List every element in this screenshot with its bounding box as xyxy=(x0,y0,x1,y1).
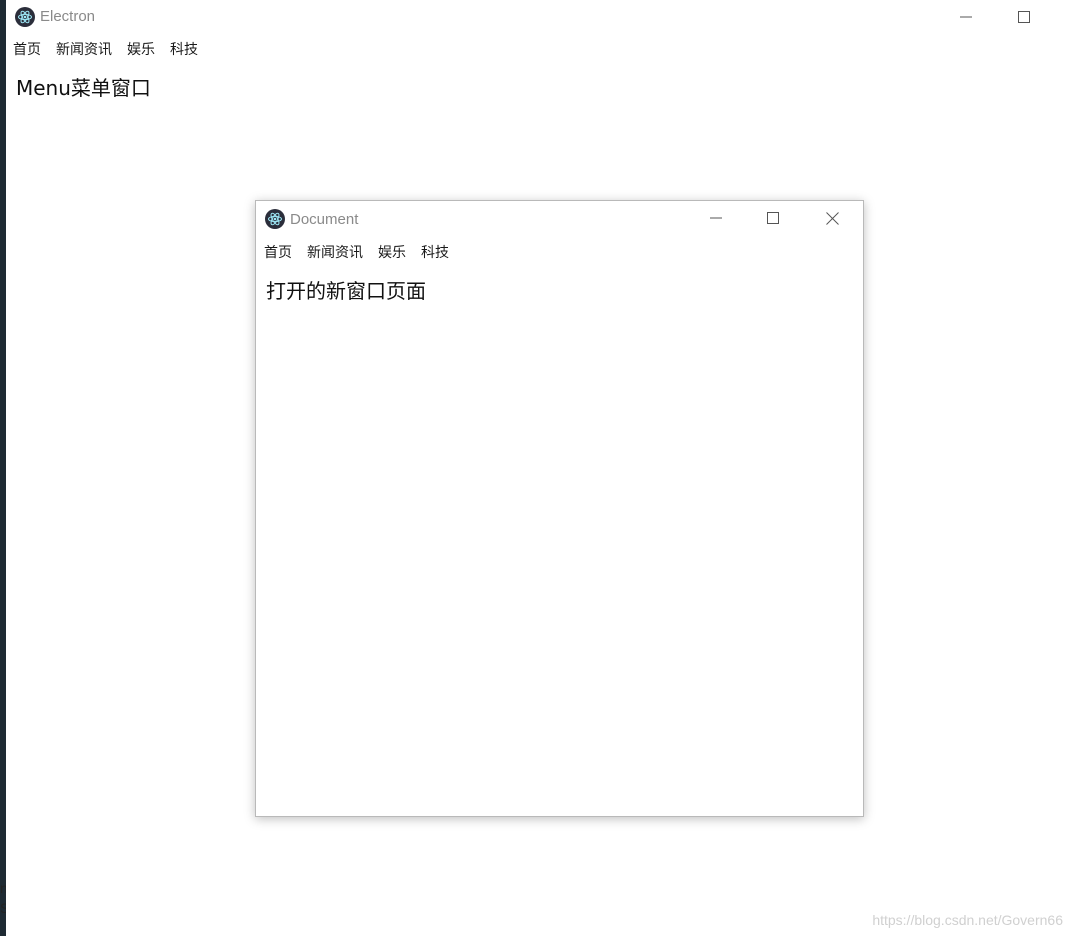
menu-item-entertainment[interactable]: 娱乐 xyxy=(127,37,155,61)
document-window: Document 首页 新闻资讯 娱乐 科技 打开的新窗口页面 xyxy=(255,200,864,817)
screen: n S Electron 首页 新闻资讯 娱乐 科技 Menu菜单窗口 Docu… xyxy=(0,0,1071,936)
minimize-icon xyxy=(960,16,972,18)
menu-item-entertainment[interactable]: 娱乐 xyxy=(378,240,406,264)
minimize-button[interactable] xyxy=(693,201,739,235)
menu-item-home[interactable]: 首页 xyxy=(264,240,292,264)
minimize-button[interactable] xyxy=(943,0,989,34)
close-icon xyxy=(825,211,839,225)
watermark: https://blog.csdn.net/Govern66 xyxy=(872,912,1063,928)
menu-item-news[interactable]: 新闻资讯 xyxy=(307,240,363,264)
menu-item-technology[interactable]: 科技 xyxy=(421,240,449,264)
document-menubar: 首页 新闻资讯 娱乐 科技 xyxy=(264,239,464,265)
electron-icon xyxy=(265,209,285,229)
close-button[interactable] xyxy=(809,201,855,235)
window-title: Electron xyxy=(40,8,96,25)
menu-item-news[interactable]: 新闻资讯 xyxy=(56,37,112,61)
maximize-button[interactable] xyxy=(750,201,796,235)
menu-item-home[interactable]: 首页 xyxy=(13,37,41,61)
maximize-icon xyxy=(1018,11,1030,23)
document-titlebar[interactable]: Document xyxy=(256,201,863,235)
main-menubar: 首页 新闻资讯 娱乐 科技 xyxy=(13,36,213,62)
page-heading: 打开的新窗口页面 xyxy=(266,279,426,303)
menu-item-technology[interactable]: 科技 xyxy=(170,37,198,61)
electron-icon xyxy=(15,7,35,27)
maximize-button[interactable] xyxy=(1001,0,1047,34)
main-titlebar[interactable]: Electron xyxy=(6,0,1071,34)
minimize-icon xyxy=(710,217,722,219)
maximize-icon xyxy=(767,212,779,224)
window-title: Document xyxy=(290,211,359,228)
page-heading: Menu菜单窗口 xyxy=(16,76,151,100)
